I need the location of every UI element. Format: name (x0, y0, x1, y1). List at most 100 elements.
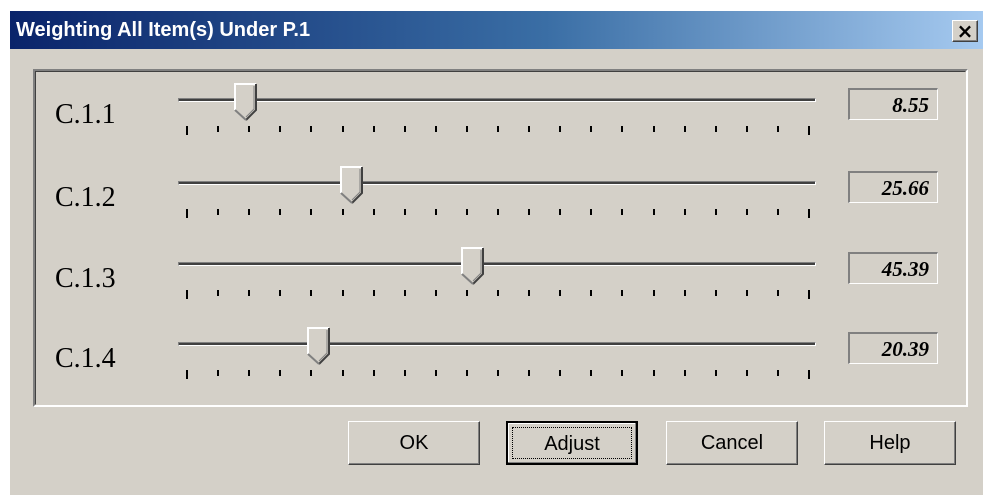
slider-tick (279, 209, 282, 215)
slider-tick (372, 370, 375, 376)
weight-value-field-1[interactable]: 8.55 (848, 88, 938, 120)
slider-tick (559, 290, 562, 296)
slider-ticks (186, 126, 810, 136)
slider-tick (465, 209, 468, 215)
slider-tick (714, 126, 717, 132)
slider-tick (559, 126, 562, 132)
slider-tick (434, 126, 437, 132)
slider-ticks (186, 370, 810, 380)
slider-tick (217, 126, 220, 132)
slider-tick (621, 126, 624, 132)
slider-tick (434, 209, 437, 215)
slider-tick (808, 290, 810, 299)
slider-tick (403, 209, 406, 215)
slider-thumb-icon[interactable] (460, 247, 485, 285)
slider-tick (372, 290, 375, 296)
weight-value-field-3[interactable]: 45.39 (848, 252, 938, 284)
slider-tick (434, 370, 437, 376)
weight-value-text: 45.39 (881, 257, 929, 281)
adjust-button[interactable]: Adjust (506, 421, 638, 465)
slider-label-1: C.1.1 (55, 99, 116, 130)
slider-track[interactable] (178, 98, 816, 102)
adjust-button-label: Adjust (544, 433, 600, 455)
slider-tick (776, 290, 779, 296)
weight-value-field-4[interactable]: 20.39 (848, 332, 938, 364)
slider-tick (497, 126, 499, 132)
slider-tick (465, 126, 468, 132)
slider-tick (559, 209, 562, 215)
slider-tick (683, 290, 686, 296)
slider-tick (745, 370, 748, 376)
slider-tick (621, 209, 624, 215)
cancel-button[interactable]: Cancel (666, 421, 798, 465)
slider-tick (683, 370, 686, 376)
slider-tick (465, 370, 468, 376)
slider-tick (808, 370, 810, 379)
slider-tick (217, 370, 220, 376)
slider-tick (403, 370, 406, 376)
slider-tick (434, 290, 437, 296)
slider-tick (279, 290, 282, 296)
weight-value-text: 8.55 (892, 93, 929, 117)
slider-tick (310, 209, 313, 215)
slider-tick (310, 126, 313, 132)
slider-tick (652, 290, 655, 296)
slider-track[interactable] (178, 262, 816, 266)
slider-tick (403, 126, 406, 132)
slider-ticks (186, 209, 810, 219)
slider-tick (217, 209, 220, 215)
slider-tick (683, 126, 686, 132)
close-icon: × (956, 19, 974, 43)
slider-tick (714, 209, 717, 215)
slider-tick (186, 290, 188, 299)
weighting-dialog: Weighting All Item(s) Under P.1 × OK Adj… (9, 10, 983, 495)
ok-button-label: OK (399, 432, 429, 454)
slider-tick (528, 370, 531, 376)
slider-tick (497, 370, 499, 376)
slider-tick (217, 290, 220, 296)
ok-button[interactable]: OK (348, 421, 480, 465)
slider-tick (497, 290, 499, 296)
slider-tick (497, 209, 499, 215)
slider-tick (528, 209, 531, 215)
slider-tick (279, 370, 282, 376)
slider-tick (341, 126, 344, 132)
slider-thumb-icon[interactable] (339, 166, 364, 204)
slider-tick (559, 370, 562, 376)
help-button[interactable]: Help (824, 421, 956, 465)
slider-tick (372, 209, 375, 215)
slider-track[interactable] (178, 342, 816, 346)
slider-tick (808, 209, 810, 218)
slider-tick (528, 290, 531, 296)
slider-track[interactable] (178, 181, 816, 185)
slider-tick (776, 370, 779, 376)
title-bar[interactable]: Weighting All Item(s) Under P.1 × (10, 11, 983, 49)
slider-thumb-icon[interactable] (234, 83, 258, 121)
slider-tick (590, 290, 593, 296)
slider-tick (403, 290, 406, 296)
slider-tick (279, 126, 282, 132)
slider-tick (528, 126, 531, 132)
window-title: Weighting All Item(s) Under P.1 (16, 19, 311, 41)
slider-ticks (186, 290, 810, 300)
slider-tick (776, 126, 779, 132)
slider-tick (745, 290, 748, 296)
slider-tick (621, 290, 624, 296)
slider-tick (248, 126, 251, 132)
slider-tick (590, 209, 593, 215)
slider-tick (683, 209, 686, 215)
slider-label-2: C.1.2 (55, 182, 116, 213)
slider-tick (745, 209, 748, 215)
cancel-button-label: Cancel (700, 432, 764, 454)
slider-tick (341, 370, 344, 376)
slider-tick (621, 370, 624, 376)
slider-tick (186, 370, 188, 379)
close-button[interactable]: × (952, 20, 978, 42)
slider-tick (310, 370, 313, 376)
slider-tick (714, 370, 717, 376)
slider-thumb-icon[interactable] (307, 327, 331, 365)
weight-value-field-2[interactable]: 25.66 (848, 171, 938, 203)
slider-label-4: C.1.4 (55, 343, 116, 374)
slider-tick (372, 126, 375, 132)
help-button-label: Help (869, 432, 911, 454)
